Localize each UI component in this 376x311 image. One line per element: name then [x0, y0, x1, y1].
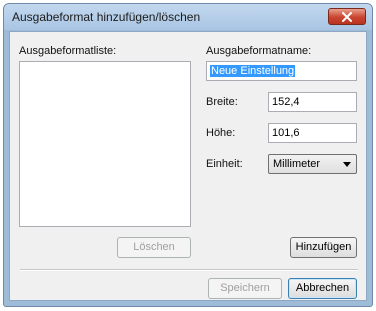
separator	[20, 269, 358, 271]
list-label: Ausgabeformatliste:	[19, 45, 117, 57]
name-label: Ausgabeformatname:	[206, 45, 312, 57]
dialog-window: Ausgabeformat hinzufügen/löschen Ausgabe…	[3, 3, 373, 307]
close-button[interactable]	[328, 8, 366, 25]
width-field[interactable]: 152,4	[268, 92, 357, 112]
unit-value: Millimeter	[273, 158, 321, 170]
add-button[interactable]: Hinzufügen	[290, 237, 357, 258]
unit-label: Einheit:	[206, 158, 243, 170]
save-button[interactable]: Speichern	[208, 278, 282, 299]
close-icon	[342, 12, 352, 22]
dialog-body: Ausgabeformatliste: Löschen Ausgabeforma…	[9, 31, 367, 301]
delete-button[interactable]: Löschen	[117, 237, 191, 258]
width-label: Breite:	[206, 96, 238, 108]
cancel-button[interactable]: Abbrechen	[288, 278, 357, 299]
format-list[interactable]	[19, 61, 191, 227]
name-value: Neue Einstellung	[210, 65, 296, 77]
height-label: Höhe:	[206, 127, 236, 139]
chevron-down-icon	[343, 162, 351, 167]
window-title: Ausgabeformat hinzufügen/löschen	[12, 10, 201, 24]
height-field[interactable]: 101,6	[268, 123, 357, 143]
unit-dropdown[interactable]: Millimeter	[268, 154, 357, 174]
title-bar[interactable]: Ausgabeformat hinzufügen/löschen	[4, 4, 372, 30]
name-field[interactable]: Neue Einstellung	[206, 61, 357, 81]
